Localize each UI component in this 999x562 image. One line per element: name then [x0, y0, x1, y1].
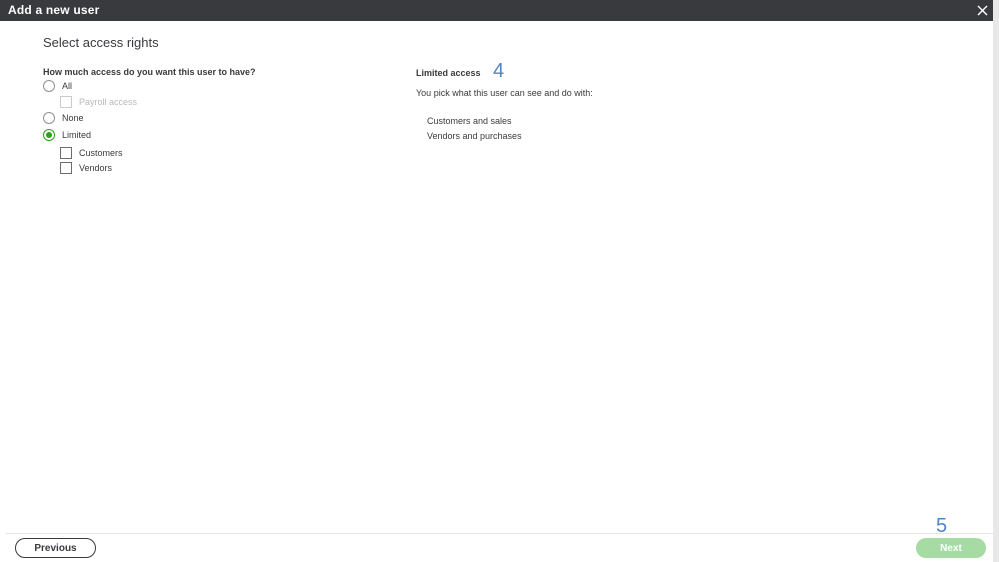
checkbox-customers[interactable] — [60, 147, 72, 159]
previous-button[interactable]: Previous — [15, 538, 96, 558]
option-limited[interactable]: Limited — [43, 128, 91, 142]
option-all-label: All — [62, 81, 73, 91]
option-all[interactable]: All — [43, 79, 72, 93]
option-none[interactable]: None — [43, 111, 84, 125]
radio-none[interactable] — [43, 112, 55, 124]
annotation-step-4: 4 — [493, 60, 505, 82]
close-icon[interactable] — [976, 4, 989, 17]
option-vendors-label: Vendors — [79, 163, 113, 173]
panel-item-vendors-purchases: Vendors and purchases — [427, 131, 522, 141]
title-bar: Add a new user — [0, 0, 993, 21]
option-customers-label: Customers — [79, 148, 123, 158]
option-payroll: Payroll access — [60, 95, 137, 109]
panel-item-customers-sales: Customers and sales — [427, 116, 512, 126]
limited-access-title: Limited access — [416, 68, 481, 78]
next-button[interactable]: Next — [916, 538, 986, 558]
option-limited-label: Limited — [62, 130, 92, 140]
limited-access-description: You pick what this user can see and do w… — [416, 88, 593, 98]
radio-all[interactable] — [43, 80, 55, 92]
radio-limited[interactable] — [43, 129, 55, 141]
window-edge — [993, 0, 999, 562]
access-question: How much access do you want this user to… — [43, 67, 256, 77]
checkbox-payroll — [60, 96, 72, 108]
option-payroll-label: Payroll access — [79, 97, 138, 107]
checkbox-vendors[interactable] — [60, 162, 72, 174]
option-vendors[interactable]: Vendors — [60, 161, 112, 175]
window-title: Add a new user — [8, 3, 100, 17]
page-heading: Select access rights — [43, 35, 159, 50]
annotation-step-5: 5 — [936, 515, 948, 537]
option-none-label: None — [62, 113, 84, 123]
footer-divider — [6, 533, 993, 534]
option-customers[interactable]: Customers — [60, 146, 123, 160]
